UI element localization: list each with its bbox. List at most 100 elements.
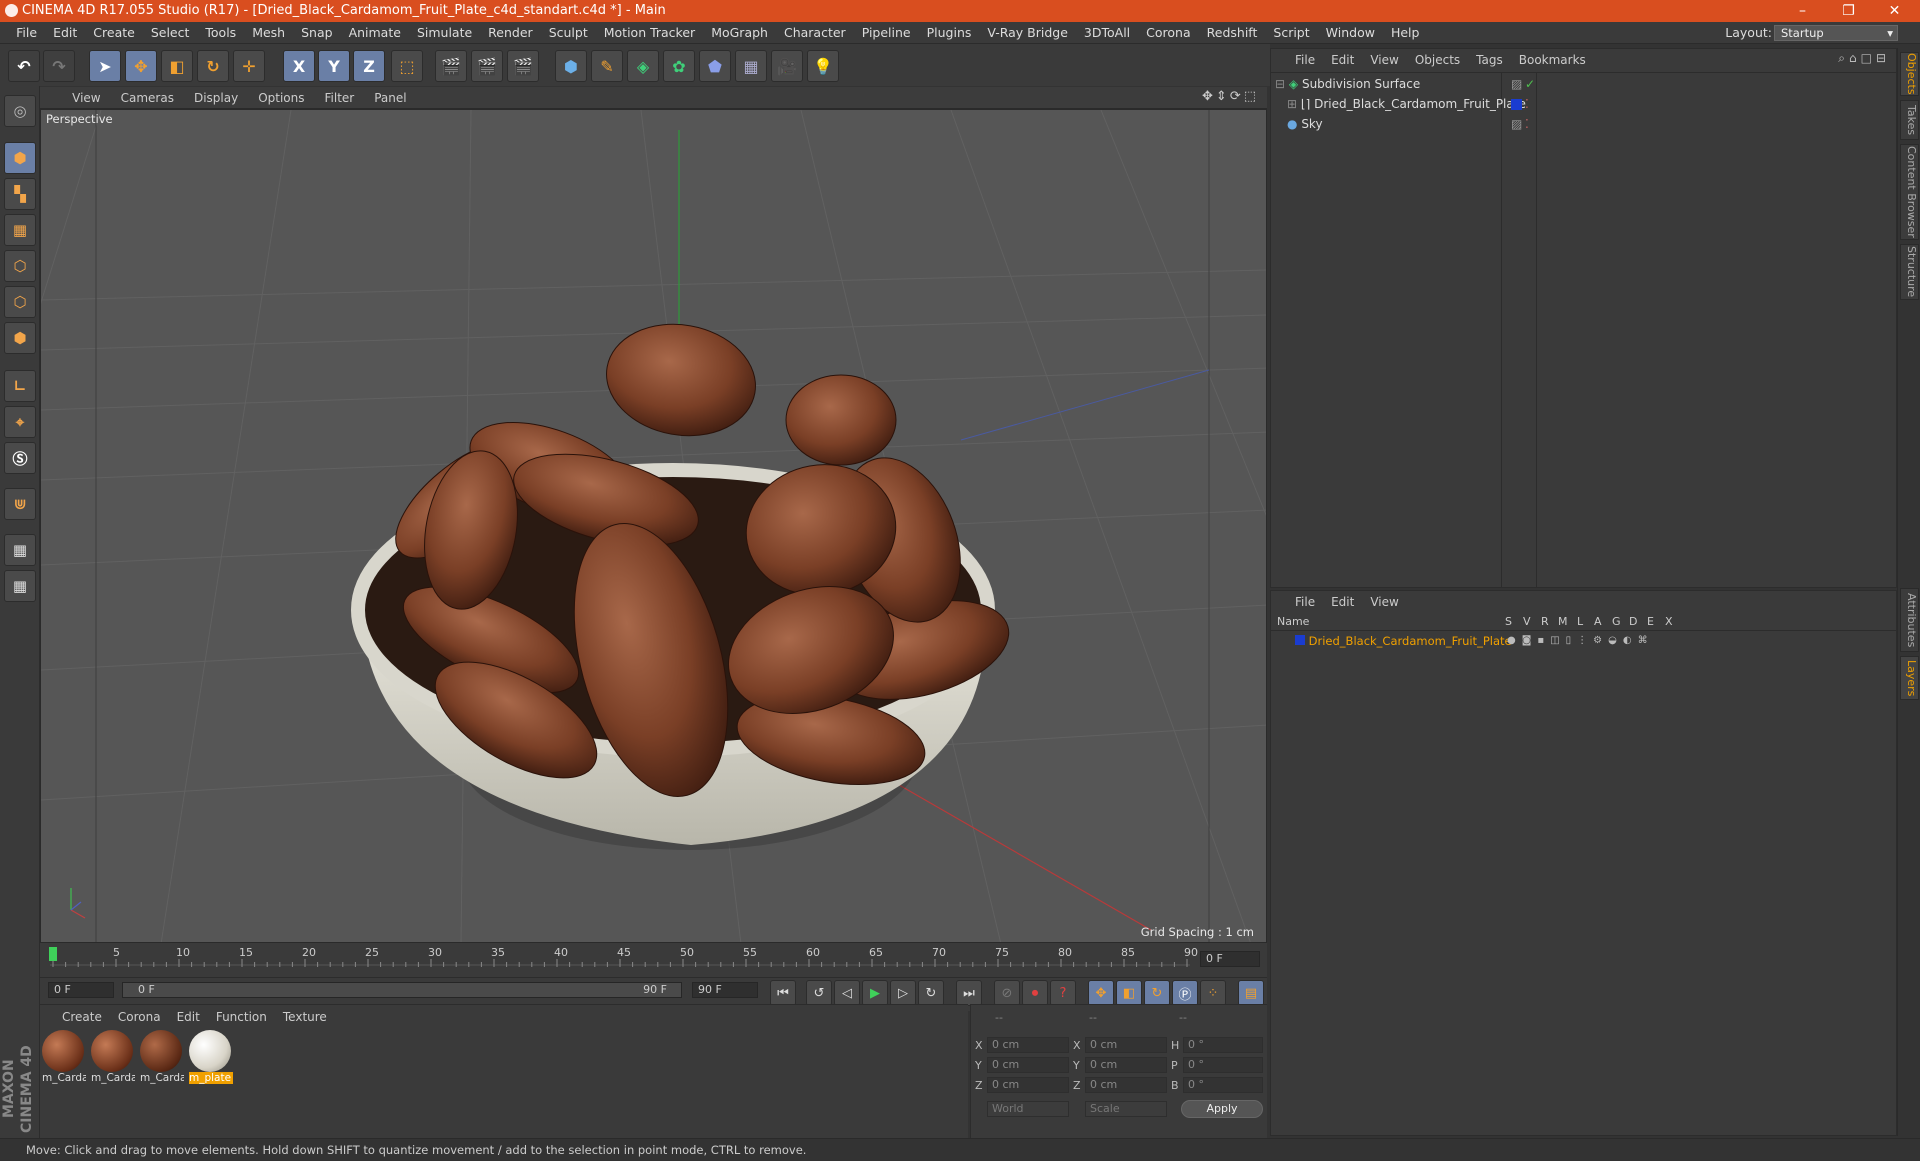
rotate-tool-button[interactable]: ↻: [197, 50, 229, 82]
menu-simulate[interactable]: Simulate: [409, 22, 480, 44]
menu-sculpt[interactable]: Sculpt: [541, 22, 596, 44]
viewport-nav-icons[interactable]: ✥⇕⟳⬚: [1202, 89, 1259, 104]
coordinate-system-button[interactable]: ⬚: [391, 50, 423, 82]
frame-range-slider[interactable]: 0 F 90 F: [122, 982, 682, 998]
light-button[interactable]: 💡: [807, 50, 839, 82]
apply-button[interactable]: Apply: [1181, 1100, 1263, 1118]
layer-menu-edit[interactable]: Edit: [1323, 591, 1362, 613]
object-menu-edit[interactable]: Edit: [1323, 49, 1362, 71]
menu-file[interactable]: File: [8, 22, 45, 44]
layer-menu-view[interactable]: View: [1362, 591, 1406, 613]
workplane-lock-button[interactable]: ▦: [4, 534, 36, 566]
cube-button[interactable]: ⬢: [555, 50, 587, 82]
visibility-toggle-icon[interactable]: ▨: [1511, 115, 1522, 133]
size-mode-select[interactable]: Scale: [1085, 1101, 1167, 1117]
menu-3dtoall[interactable]: 3DToAll: [1076, 22, 1138, 44]
viewport-menu-view[interactable]: View: [62, 87, 110, 109]
material-swatch[interactable]: m_Carda: [140, 1030, 184, 1088]
prev-key-button[interactable]: ↺: [806, 980, 832, 1006]
menu-snap[interactable]: Snap: [293, 22, 340, 44]
material-menu-create[interactable]: Create: [54, 1005, 110, 1029]
tab-takes[interactable]: Takes: [1900, 100, 1919, 140]
object-menu-file[interactable]: File: [1287, 49, 1323, 71]
restore-button[interactable]: ❐: [1826, 0, 1871, 22]
minimize-button[interactable]: –: [1780, 0, 1825, 22]
end-frame-field[interactable]: 90 F: [692, 982, 758, 998]
material-menu-corona[interactable]: Corona: [110, 1005, 169, 1029]
polygons-mode-button[interactable]: ⬢: [4, 322, 36, 354]
x-axis-button[interactable]: X: [283, 50, 315, 82]
redo-button[interactable]: ↷: [43, 50, 75, 82]
object-menu-bookmarks[interactable]: Bookmarks: [1511, 49, 1594, 71]
close-button[interactable]: ✕: [1872, 0, 1917, 22]
render-picture-viewer-button[interactable]: 🎬: [471, 50, 503, 82]
workplane-rotate-button[interactable]: ▦: [4, 570, 36, 602]
visibility-dots-icon[interactable]: ⁚: [1525, 115, 1529, 133]
menu-select[interactable]: Select: [143, 22, 198, 44]
rotation-h-field[interactable]: 0 °: [1183, 1037, 1263, 1053]
size-z-field[interactable]: 0 cm: [1085, 1077, 1167, 1093]
current-frame-field[interactable]: 0 F: [1200, 951, 1260, 967]
object-row-subdivision[interactable]: ⊟ ◈ Subdivision Surface ▨ ✓: [1275, 75, 1895, 93]
menu-script[interactable]: Script: [1265, 22, 1317, 44]
position-y-field[interactable]: 0 cm: [987, 1057, 1069, 1073]
make-editable-button[interactable]: ◎: [4, 95, 36, 127]
z-axis-button[interactable]: Z: [353, 50, 385, 82]
menu-vray-bridge[interactable]: V-Ray Bridge: [979, 22, 1076, 44]
size-y-field[interactable]: 0 cm: [1085, 1057, 1167, 1073]
scale-tool-button[interactable]: ◧: [161, 50, 193, 82]
deformer-button[interactable]: ⬟: [699, 50, 731, 82]
playhead[interactable]: [49, 947, 57, 961]
rotation-b-field[interactable]: 0 °: [1183, 1077, 1263, 1093]
coord-space-select[interactable]: World: [987, 1101, 1069, 1117]
workplane-mode-button[interactable]: ▦: [4, 214, 36, 246]
auto-keying-button[interactable]: ⏺: [1022, 980, 1048, 1006]
move-tool-button[interactable]: ✥: [125, 50, 157, 82]
menu-motion-tracker[interactable]: Motion Tracker: [596, 22, 703, 44]
next-key-button[interactable]: ↻: [918, 980, 944, 1006]
object-menu-objects[interactable]: Objects: [1407, 49, 1468, 71]
layer-flags-icons[interactable]: ●◙▪◫▯⋮⚙◒◐⌘: [1507, 633, 1654, 649]
menu-window[interactable]: Window: [1318, 22, 1383, 44]
render-settings-button[interactable]: 🎬: [507, 50, 539, 82]
start-frame-field[interactable]: 0 F: [48, 982, 114, 998]
pen-spline-button[interactable]: ✎: [591, 50, 623, 82]
mograph-cloner-button[interactable]: ✿: [663, 50, 695, 82]
go-to-start-button[interactable]: ⏮: [770, 980, 796, 1006]
menu-animate[interactable]: Animate: [341, 22, 409, 44]
camera-button[interactable]: 🎥: [771, 50, 803, 82]
menu-redshift[interactable]: Redshift: [1199, 22, 1266, 44]
texture-mode-button[interactable]: ▚: [4, 178, 36, 210]
position-z-field[interactable]: 0 cm: [987, 1077, 1069, 1093]
menu-corona[interactable]: Corona: [1138, 22, 1198, 44]
material-swatch[interactable]: m_Carda: [91, 1030, 135, 1088]
menu-plugins[interactable]: Plugins: [919, 22, 980, 44]
key-pla-button[interactable]: ⁘: [1200, 980, 1226, 1006]
keyframe-selection-button[interactable]: ?: [1050, 980, 1076, 1006]
visibility-dots-icon[interactable]: ⁚: [1525, 95, 1529, 113]
layer-row[interactable]: Dried_Black_Cardamom_Fruit_Plate ●◙▪◫▯⋮⚙…: [1275, 633, 1893, 649]
size-x-field[interactable]: 0 cm: [1085, 1037, 1167, 1053]
menu-render[interactable]: Render: [480, 22, 541, 44]
menu-mesh[interactable]: Mesh: [244, 22, 293, 44]
position-x-field[interactable]: 0 cm: [987, 1037, 1069, 1053]
tab-content-browser[interactable]: Content Browser: [1900, 144, 1919, 240]
next-frame-button[interactable]: ▷: [890, 980, 916, 1006]
key-position-button[interactable]: ✥: [1088, 980, 1114, 1006]
rotation-p-field[interactable]: 0 °: [1183, 1057, 1263, 1073]
viewport-menu-options[interactable]: Options: [248, 87, 314, 109]
play-button[interactable]: ▶: [862, 980, 888, 1006]
prev-frame-button[interactable]: ◁: [834, 980, 860, 1006]
timeline-button[interactable]: ▤: [1238, 980, 1264, 1006]
perspective-viewport[interactable]: Perspective Grid Spacing : 1 cm: [40, 109, 1267, 943]
object-menu-tags[interactable]: Tags: [1468, 49, 1511, 71]
menu-help[interactable]: Help: [1383, 22, 1428, 44]
key-rotation-button[interactable]: ↻: [1144, 980, 1170, 1006]
layout-select[interactable]: Startup ▾: [1774, 25, 1898, 41]
snap-button[interactable]: Ⓢ: [4, 442, 36, 474]
menu-tools[interactable]: Tools: [197, 22, 244, 44]
key-parameter-button[interactable]: Ⓟ: [1172, 980, 1198, 1006]
edges-mode-button[interactable]: ⬡: [4, 286, 36, 318]
menu-mograph[interactable]: MoGraph: [703, 22, 776, 44]
model-mode-button[interactable]: ⬢: [4, 142, 36, 174]
